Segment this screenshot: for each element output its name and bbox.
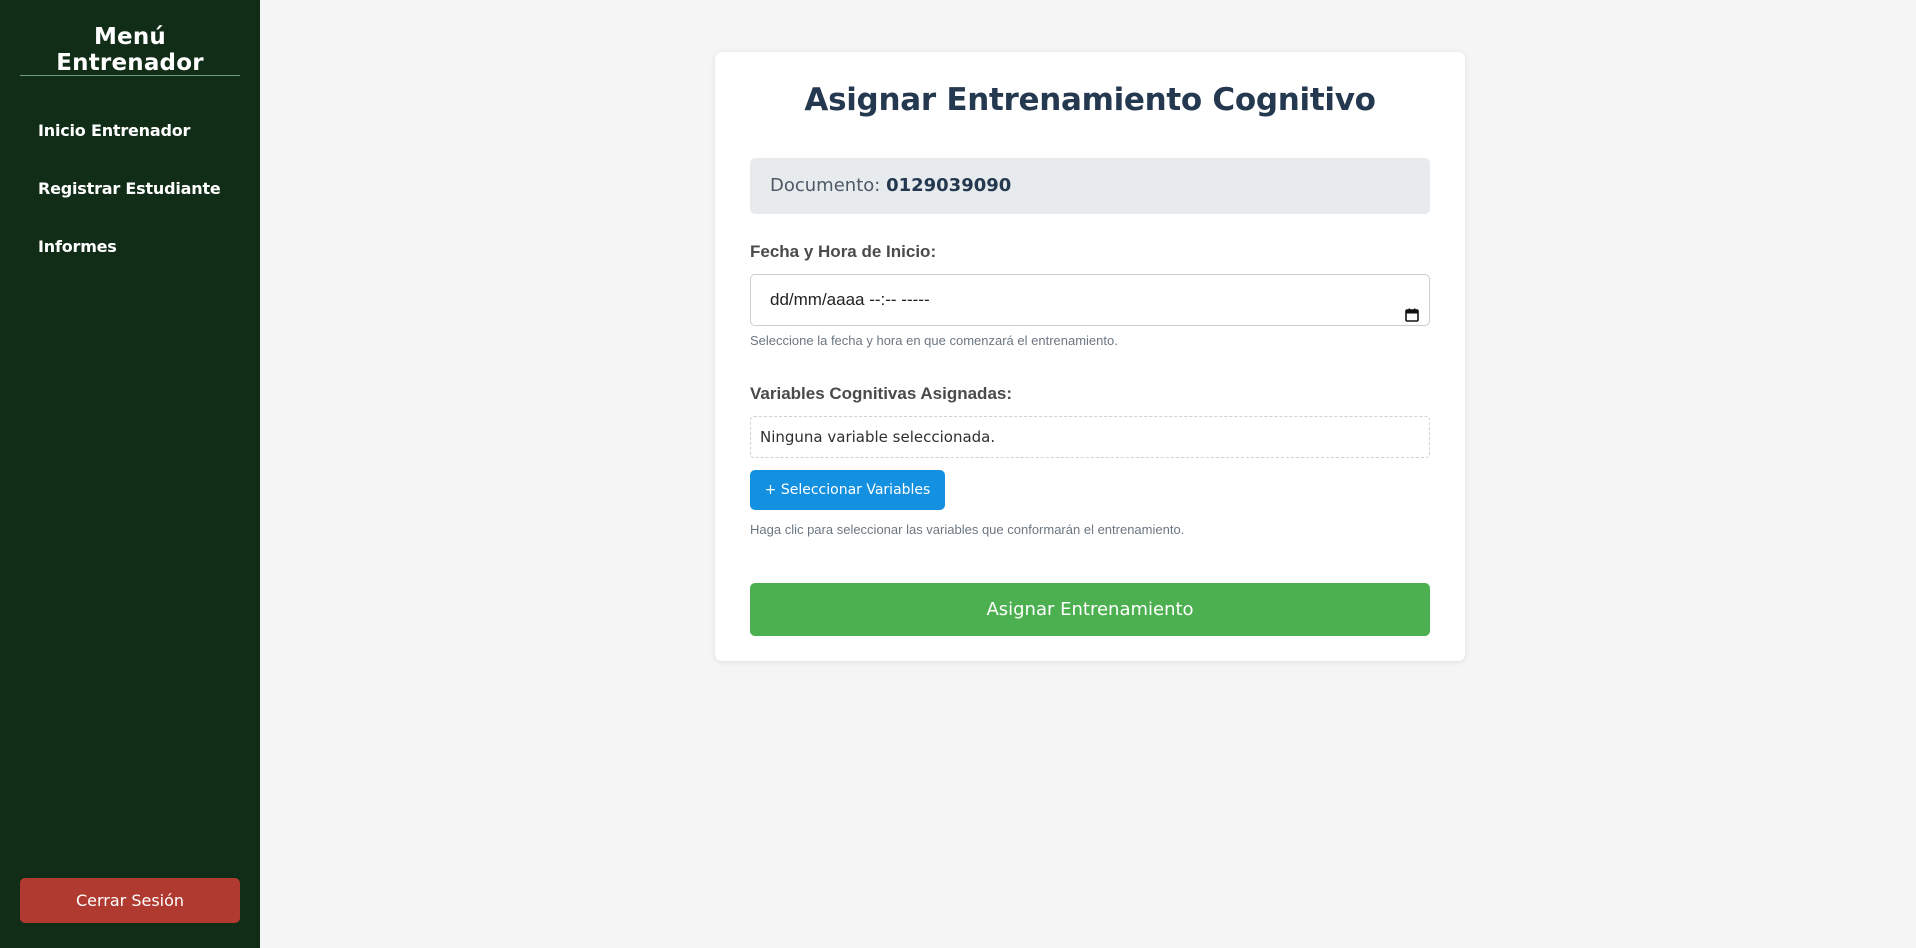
start-datetime-label: Fecha y Hora de Inicio: xyxy=(750,242,937,261)
select-variables-button[interactable]: + Seleccionar Variables xyxy=(750,470,945,510)
document-label: Documento: xyxy=(770,175,887,196)
sidebar: Menú Entrenador Inicio Entrenador Regist… xyxy=(0,0,260,948)
assign-training-card: Asignar Entrenamiento Cognitivo Document… xyxy=(715,52,1465,661)
document-info: Documento: 0129039090 xyxy=(750,158,1430,214)
document-value: 0129039090 xyxy=(886,175,1012,196)
sidebar-divider xyxy=(20,75,240,76)
page-title: Asignar Entrenamiento Cognitivo xyxy=(804,82,1376,118)
variables-hint: Haga clic para seleccionar las variables… xyxy=(750,522,1185,537)
assigned-variables-list: Ninguna variable seleccionada. xyxy=(750,416,1430,458)
sidebar-title: Menú Entrenador xyxy=(56,24,204,76)
variables-label: Variables Cognitivas Asignadas: xyxy=(750,384,1013,403)
app: Menú Entrenador Inicio Entrenador Regist… xyxy=(0,0,1916,948)
calendar-icon[interactable] xyxy=(1405,292,1419,322)
sidebar-item-registrar-estudiante[interactable]: Registrar Estudiante xyxy=(0,170,260,228)
logout-button[interactable]: Cerrar Sesión xyxy=(20,878,240,923)
start-datetime-input[interactable]: dd/mm/aaaa --:-- ----- xyxy=(750,274,1430,326)
start-datetime-hint: Seleccione la fecha y hora en que comenz… xyxy=(750,333,1118,348)
assign-training-button[interactable]: Asignar Entrenamiento xyxy=(750,583,1430,636)
sidebar-item-inicio-entrenador[interactable]: Inicio Entrenador xyxy=(0,112,260,170)
sidebar-item-informes[interactable]: Informes xyxy=(0,228,260,286)
sidebar-nav: Inicio Entrenador Registrar Estudiante I… xyxy=(0,112,260,286)
start-datetime-placeholder: dd/mm/aaaa --:-- ----- xyxy=(770,290,930,309)
